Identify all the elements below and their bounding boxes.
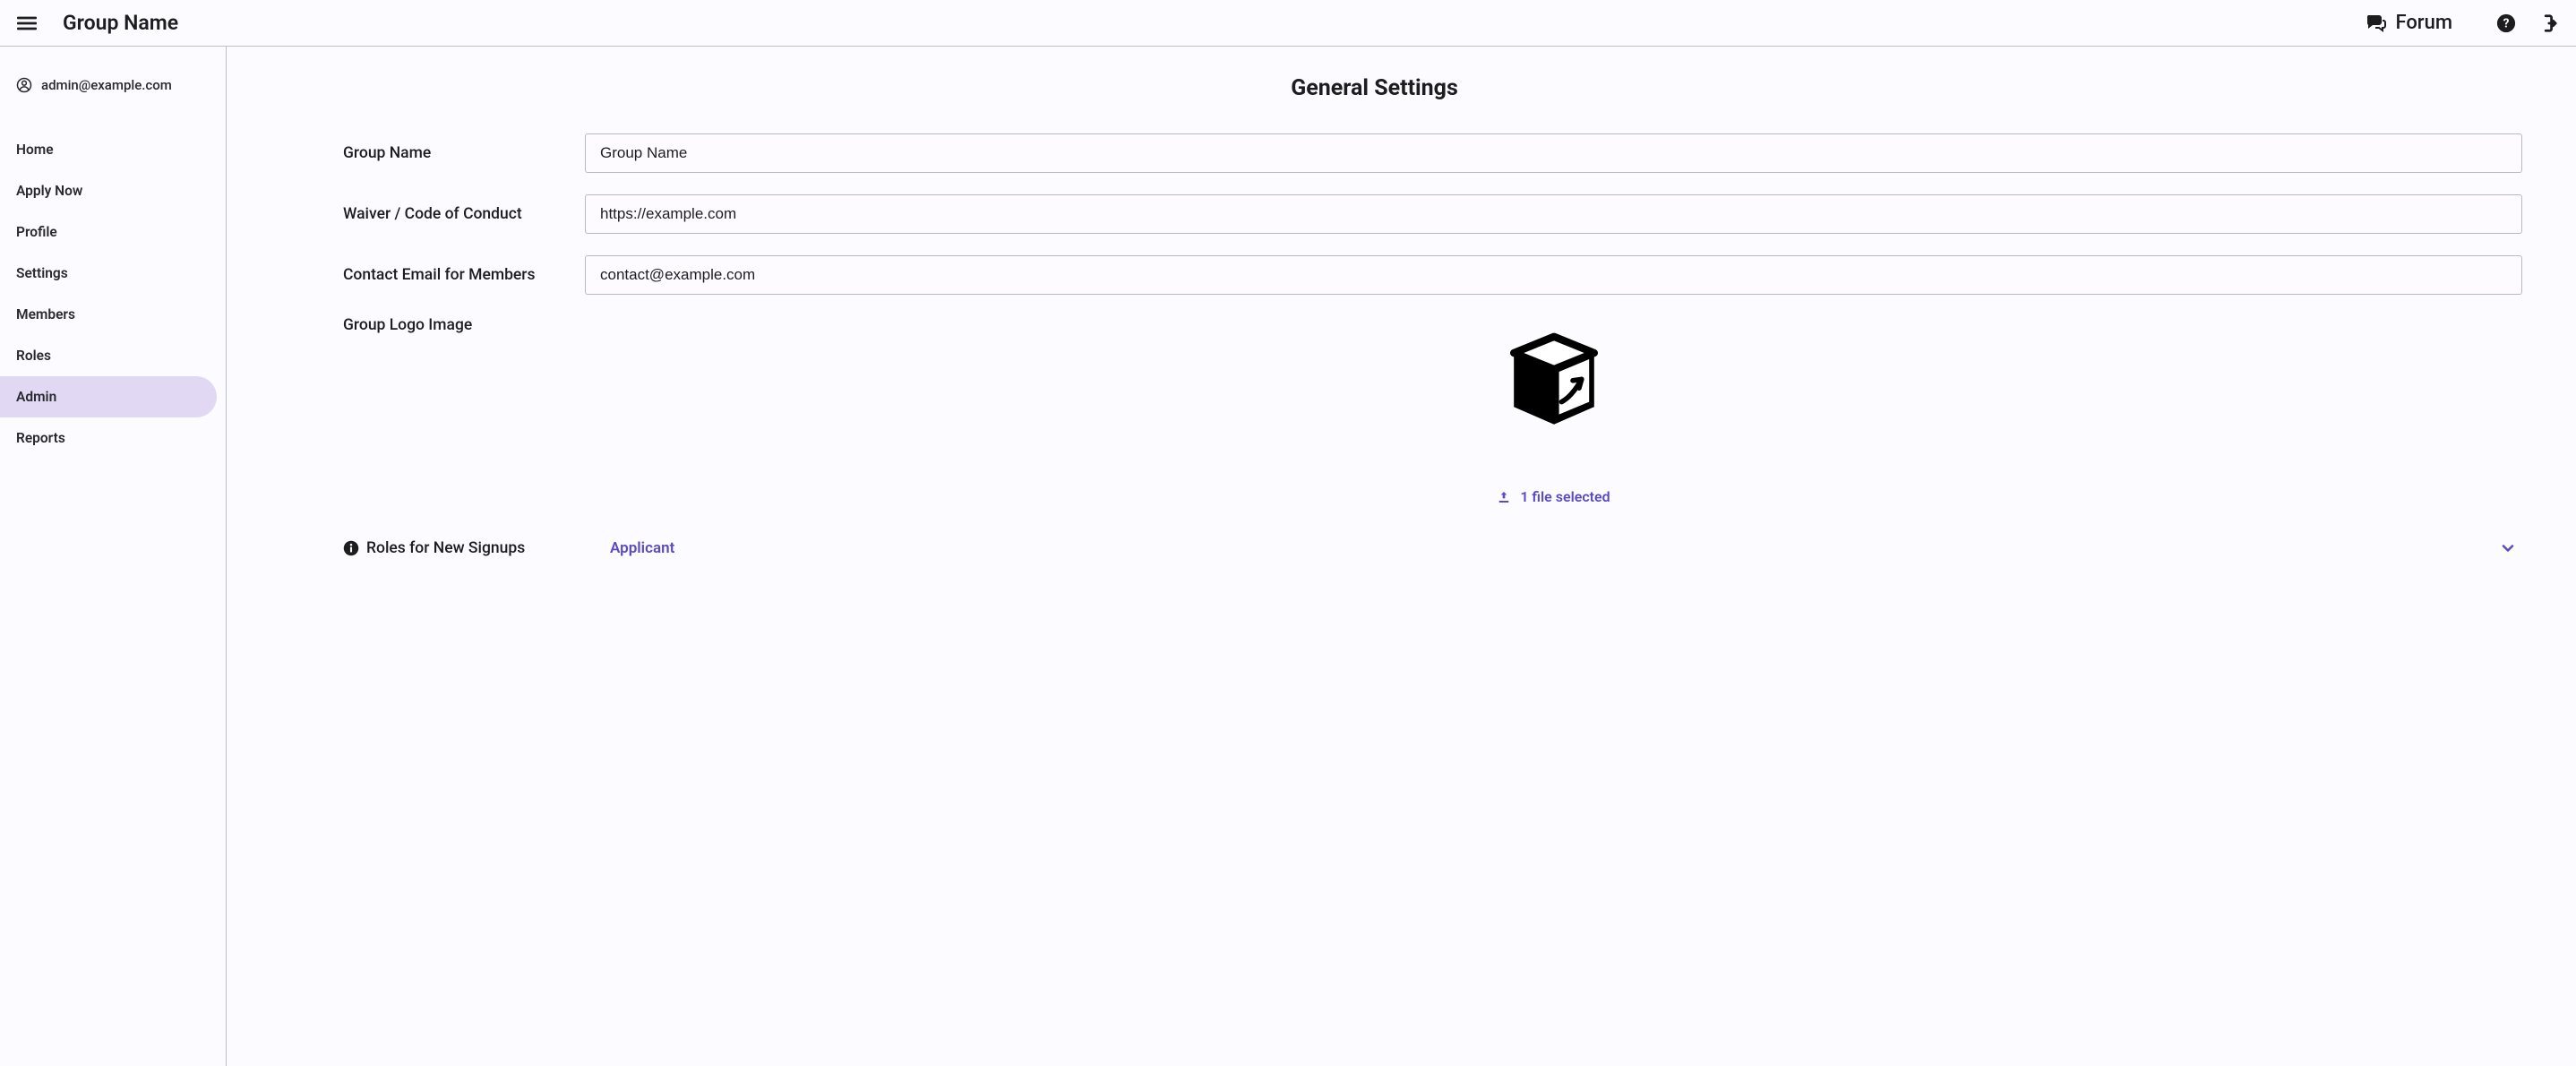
row-logo: Group Logo Image: [343, 316, 2522, 505]
dropdown-value: Applicant: [590, 539, 674, 557]
input-waiver[interactable]: [585, 194, 2522, 234]
sidebar-item-apply[interactable]: Apply Now: [0, 170, 217, 211]
page-title: General Settings: [227, 75, 2522, 101]
menu-icon[interactable]: [16, 13, 38, 34]
user-circle-icon: [16, 77, 32, 93]
input-contact[interactable]: [585, 255, 2522, 295]
sidebar-item-label: Reports: [16, 430, 65, 446]
label-group-name: Group Name: [343, 144, 585, 162]
sidebar-item-label: Home: [16, 142, 54, 158]
topbar: Group Name Forum ?: [0, 0, 2576, 47]
sidebar-item-label: Admin: [16, 389, 56, 405]
forum-label: Forum: [2395, 12, 2452, 34]
row-contact: Contact Email for Members: [343, 255, 2522, 295]
main-content: General Settings Group Name Waiver / Cod…: [227, 47, 2576, 1066]
forum-link[interactable]: Forum: [2365, 12, 2452, 34]
user-email: admin@example.com: [41, 77, 172, 93]
input-group-name[interactable]: [585, 133, 2522, 173]
sidebar: admin@example.com Home Apply Now Profile…: [0, 47, 227, 1066]
sidebar-item-label: Settings: [16, 265, 68, 281]
label-waiver: Waiver / Code of Conduct: [343, 205, 585, 223]
comments-icon: [2365, 13, 2386, 34]
help-icon[interactable]: ?: [2494, 11, 2519, 36]
svg-text:?: ?: [2503, 16, 2510, 30]
sidebar-item-settings[interactable]: Settings: [0, 253, 217, 294]
label-contact: Contact Email for Members: [343, 266, 585, 284]
upload-icon: [1497, 490, 1511, 504]
file-upload-status[interactable]: 1 file selected: [1497, 488, 1610, 505]
sidebar-item-reports[interactable]: Reports: [0, 417, 217, 459]
sidebar-item-members[interactable]: Members: [0, 294, 217, 335]
sidebar-nav: Home Apply Now Profile Settings Members …: [0, 129, 226, 459]
dropdown-roles-signup[interactable]: Applicant: [585, 532, 2522, 564]
logout-icon[interactable]: [2535, 11, 2560, 36]
row-roles-signup: Roles for New Signups Applicant: [343, 532, 2522, 564]
app-title[interactable]: Group Name: [63, 11, 178, 35]
sidebar-user[interactable]: admin@example.com: [0, 77, 226, 93]
file-status-text: 1 file selected: [1520, 488, 1610, 505]
sidebar-item-label: Profile: [16, 224, 57, 240]
sidebar-item-label: Roles: [16, 348, 51, 364]
info-icon[interactable]: [343, 540, 359, 556]
label-logo: Group Logo Image: [343, 316, 585, 334]
sidebar-item-admin[interactable]: Admin: [0, 376, 217, 417]
sidebar-item-roles[interactable]: Roles: [0, 335, 217, 376]
sidebar-item-label: Apply Now: [16, 183, 82, 199]
row-group-name: Group Name: [343, 133, 2522, 173]
sidebar-item-label: Members: [16, 306, 75, 322]
label-roles-signup: Roles for New Signups: [343, 539, 585, 557]
logo-preview: [1491, 322, 1617, 447]
chevron-down-icon: [2499, 539, 2517, 557]
row-waiver: Waiver / Code of Conduct: [343, 194, 2522, 234]
sidebar-item-home[interactable]: Home: [0, 129, 217, 170]
sidebar-item-profile[interactable]: Profile: [0, 211, 217, 253]
